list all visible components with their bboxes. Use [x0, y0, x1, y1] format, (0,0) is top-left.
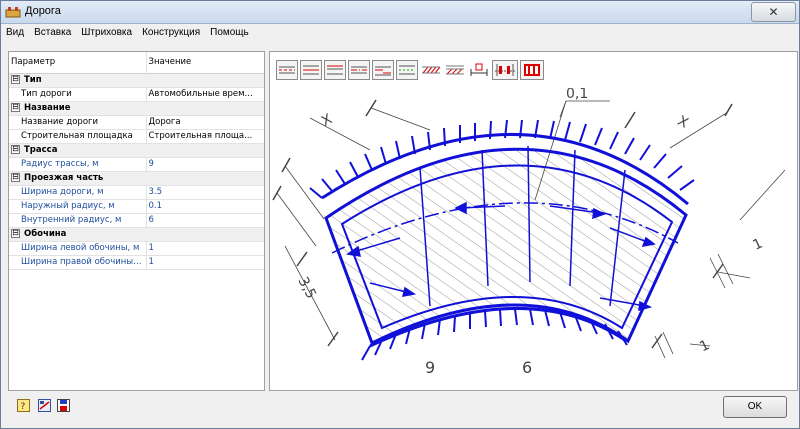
property-label: Ширина дороги, м: [9, 185, 147, 200]
line-solid-red-icon: [303, 65, 319, 75]
dialog-window: Дорога ✕ Вид Вставка Штриховка Конструкция П…: [0, 0, 800, 429]
property-value[interactable]: 9: [146, 157, 264, 172]
hatch-red-icon: [422, 66, 441, 74]
close-button[interactable]: ✕: [751, 2, 796, 22]
road-drawing-canvas: 0,1 X X 3,5 9 6 1 1: [272, 88, 786, 377]
property-row-right-shoulder[interactable]: Ширина правой обочины, м 1: [9, 255, 264, 270]
category-label: Тип: [24, 75, 42, 85]
line-style-1-button[interactable]: [276, 60, 298, 80]
property-label: Ширина правой обочины, м: [9, 255, 147, 270]
dimension-label-inner-radius: 6: [522, 358, 532, 377]
collapse-icon[interactable]: ⊟: [11, 173, 20, 182]
category-label: Проезжая часть: [24, 173, 104, 183]
line-double-red-icon: [327, 65, 343, 75]
dimension-icon: [470, 63, 488, 76]
right-shoulder-dims: [654, 253, 734, 359]
dimension-label-top: 0,1: [566, 88, 588, 102]
property-label: Внутренний радиус, м: [9, 213, 147, 228]
line-hatched-icon: [399, 65, 415, 75]
property-label: Название дороги: [9, 115, 147, 130]
property-value[interactable]: Дорога: [146, 115, 264, 130]
svg-text:?: ?: [21, 402, 26, 412]
dimension-label-outer-radius: 9: [425, 358, 435, 377]
line-center-icon: [351, 66, 367, 74]
property-label: Строительная площадка: [9, 129, 147, 144]
window-title: Дорога: [25, 5, 61, 17]
menu-help[interactable]: Помощь: [205, 24, 254, 38]
dimension-label-width: 3,5: [294, 274, 319, 301]
property-row-road-type[interactable]: Тип дороги Автомобильные врем...: [9, 87, 264, 102]
property-value[interactable]: 6: [146, 213, 264, 228]
category-row-carriageway[interactable]: ⊟ Проезжая часть: [9, 171, 264, 186]
property-value[interactable]: 3.5: [146, 185, 264, 200]
profile-icon: [495, 64, 515, 76]
title-bar[interactable]: Дорога ✕: [1, 1, 799, 24]
section-icon: [524, 64, 540, 76]
property-label: Тип дороги: [9, 87, 147, 102]
category-row-type[interactable]: ⊟ Тип: [9, 73, 264, 88]
category-row-route[interactable]: ⊟ Трасса: [9, 143, 264, 158]
dimension-label-right-upper: 1: [750, 235, 765, 253]
drawing-preview-panel: 0,1 X X 3,5 9 6 1 1: [269, 51, 798, 391]
property-label: Ширина левой обочины, м: [9, 241, 147, 256]
collapse-icon[interactable]: ⊟: [11, 103, 20, 112]
dimension-label-left-x: X: [319, 111, 335, 130]
property-label: Наружный радиус, м: [9, 199, 147, 214]
property-row-left-shoulder[interactable]: Ширина левой обочины, м 1: [9, 241, 264, 256]
hatch-striped-icon: [446, 65, 464, 75]
property-row-construction-site[interactable]: Строительная площадка Строительная площа…: [9, 129, 264, 144]
property-row-outer-radius[interactable]: Наружный радиус, м 0.1: [9, 199, 264, 214]
dimension-button[interactable]: [468, 60, 490, 80]
property-label: Радиус трассы, м: [9, 157, 147, 172]
save-icon[interactable]: [57, 399, 70, 412]
close-icon: ✕: [768, 5, 779, 19]
category-label: Обочина: [24, 229, 67, 239]
line-style-6-button[interactable]: [396, 60, 418, 80]
property-value[interactable]: Автомобильные врем...: [146, 87, 264, 102]
ok-button[interactable]: OK: [723, 396, 787, 418]
property-row-inner-radius[interactable]: Внутренний радиус, м 6: [9, 213, 264, 228]
category-label: Название: [24, 103, 71, 113]
menu-construction[interactable]: Конструкция: [137, 24, 205, 38]
help-icon[interactable]: ?: [17, 399, 30, 412]
menu-hatching[interactable]: Штриховка: [76, 24, 137, 38]
profile-button[interactable]: [492, 60, 518, 80]
property-value[interactable]: 1: [146, 241, 264, 256]
property-value[interactable]: Строительная площа...: [146, 129, 264, 144]
property-grid-header: Параметр Значение: [9, 52, 264, 74]
export-image-icon[interactable]: [38, 399, 51, 412]
line-dashed-red-icon: [279, 66, 295, 74]
hatch-lines-button[interactable]: [444, 60, 466, 80]
line-style-4-button[interactable]: [348, 60, 370, 80]
line-style-2-button[interactable]: [300, 60, 322, 80]
category-row-name[interactable]: ⊟ Название: [9, 101, 264, 116]
line-style-5-button[interactable]: [372, 60, 394, 80]
road-app-icon: [5, 7, 21, 18]
property-grid[interactable]: Параметр Значение ⊟ Тип Тип дороги Автомо…: [8, 51, 265, 391]
hatch-fill-button[interactable]: [420, 60, 442, 80]
property-row-road-width[interactable]: Ширина дороги, м 3.5: [9, 185, 264, 200]
line-offset-icon: [375, 66, 391, 76]
collapse-icon[interactable]: ⊟: [11, 75, 20, 84]
road-shoulder-area: [324, 147, 688, 346]
category-row-shoulder[interactable]: ⊟ Обочина: [9, 227, 264, 242]
column-header-parameter: Параметр: [9, 52, 147, 74]
collapse-icon[interactable]: ⊟: [11, 145, 20, 154]
category-label: Трасса: [24, 145, 58, 155]
section-button[interactable]: [520, 60, 544, 80]
column-header-value: Значение: [146, 52, 264, 74]
dimension-label-right-x: X: [675, 113, 691, 132]
collapse-icon[interactable]: ⊟: [11, 229, 20, 238]
line-style-3-button[interactable]: [324, 60, 346, 80]
property-value[interactable]: 0.1: [146, 199, 264, 214]
property-row-road-name[interactable]: Название дороги Дорога: [9, 115, 264, 130]
menu-bar: Вид Вставка Штриховка Конструкция Помощь: [1, 24, 799, 43]
menu-view[interactable]: Вид: [1, 24, 29, 38]
property-value[interactable]: 1: [146, 255, 264, 270]
property-row-route-radius[interactable]: Радиус трассы, м 9: [9, 157, 264, 172]
menu-insert[interactable]: Вставка: [29, 24, 76, 38]
